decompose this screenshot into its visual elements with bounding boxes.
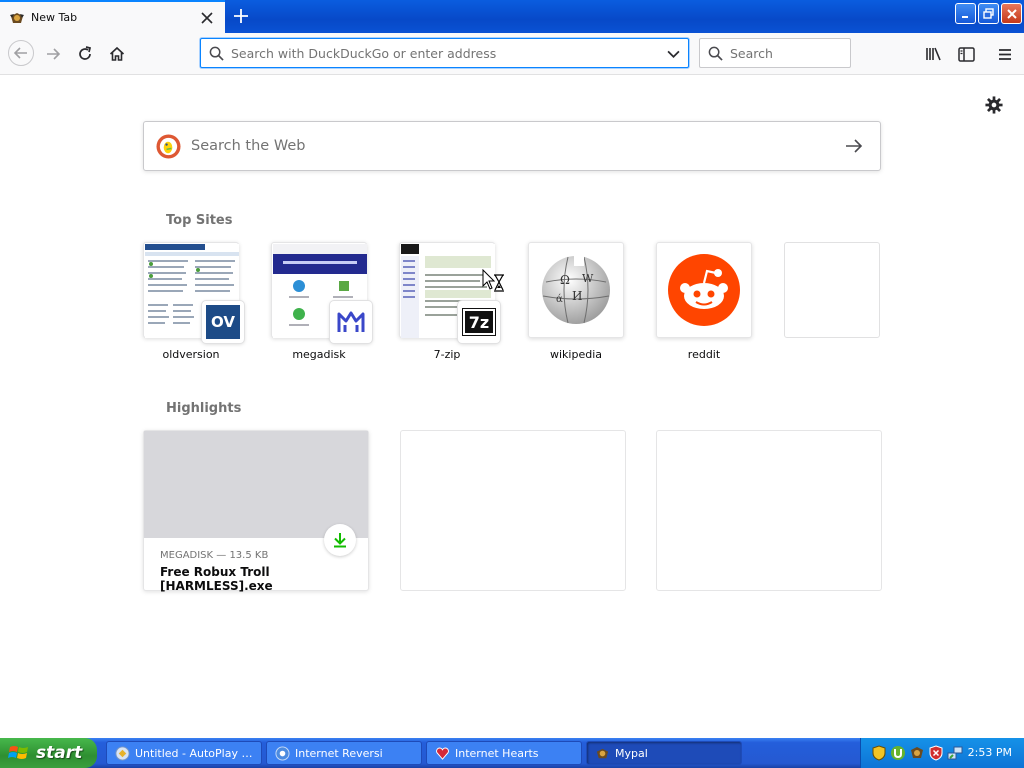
site-label: reddit (687, 348, 721, 361)
reversi-icon (274, 745, 290, 761)
tab-strip: New Tab (0, 0, 1024, 33)
site-thumbnail (271, 242, 372, 343)
highlight-thumbnail (144, 431, 368, 538)
web-search-box[interactable] (143, 121, 881, 171)
taskbar-item-autoplay[interactable]: Untitled - AutoPlay M... (106, 741, 262, 765)
tab-new-tab[interactable]: New Tab (0, 0, 225, 33)
taskbar-item-label: Mypal (615, 746, 648, 760)
sidebar-icon[interactable] (954, 42, 978, 66)
taskbar-item-label: Internet Reversi (295, 746, 383, 760)
network-icon[interactable] (947, 745, 963, 761)
chevron-down-icon[interactable] (658, 39, 688, 67)
web-search-input[interactable] (191, 138, 842, 154)
new-tab-plus-icon[interactable] (228, 4, 254, 28)
highlight-title: Free Robux Troll [HARMLESS].exe (160, 565, 273, 593)
restore-icon[interactable] (978, 3, 999, 24)
mypal-favicon-icon (9, 10, 25, 26)
clock: 2:53 PM (967, 746, 1012, 759)
7zip-logo-icon: 7z (458, 301, 500, 343)
highlights-grid: MEGADISK — 13.5 KB Free Robux Troll [HAR… (143, 430, 883, 593)
wikipedia-globe-icon: Ω W И ά (542, 254, 610, 324)
search-icon (700, 39, 730, 67)
top-site-oldversion[interactable]: OV oldversion (143, 242, 244, 361)
hamburger-menu-icon[interactable] (993, 42, 1017, 66)
highlights-title: Highlights (166, 401, 242, 416)
security-shield-icon[interactable] (928, 745, 944, 761)
search-icon (201, 39, 231, 67)
taskbar: start Untitled - AutoPlay M... Internet … (0, 738, 1024, 768)
search-input[interactable] (730, 39, 886, 67)
duckduckgo-logo-icon (156, 133, 181, 159)
busy-cursor-icon (482, 269, 504, 292)
megadisk-logo-icon (330, 301, 372, 343)
minimize-icon[interactable] (955, 3, 976, 24)
download-icon (324, 524, 356, 556)
site-label: 7-zip (433, 348, 461, 361)
reddit-logo-icon (668, 254, 740, 326)
top-site-reddit[interactable]: reddit (656, 242, 754, 361)
games-icon[interactable] (909, 745, 925, 761)
shield-icon[interactable] (871, 745, 887, 761)
close-tab-icon[interactable] (199, 10, 215, 26)
site-thumbnail: 7z (399, 242, 500, 343)
back-arrow-icon[interactable] (8, 40, 34, 66)
site-label: megadisk (292, 348, 346, 361)
svg-text:И: И (572, 289, 582, 303)
site-thumbnail: OV (143, 242, 244, 343)
site-label: oldversion (162, 348, 220, 361)
svg-text:W: W (582, 272, 594, 285)
library-icon[interactable] (922, 42, 946, 66)
taskbar-item-label: Untitled - AutoPlay M... (135, 746, 261, 760)
taskbar-item-mypal[interactable]: Mypal (586, 741, 742, 765)
svg-text:ά: ά (556, 294, 563, 305)
oldversion-logo-icon: OV (202, 301, 244, 343)
taskbar-item-label: Internet Hearts (455, 746, 539, 760)
highlight-card[interactable]: MEGADISK — 13.5 KB Free Robux Troll [HAR… (143, 430, 369, 593)
tab-title: New Tab (31, 11, 78, 24)
address-input[interactable] (231, 39, 658, 67)
highlight-empty-slot (400, 430, 626, 591)
search-bar[interactable] (699, 38, 886, 68)
highlight-empty-slot (656, 430, 882, 591)
address-bar[interactable] (200, 38, 689, 68)
mypal-icon (594, 745, 610, 761)
reload-icon[interactable] (73, 42, 97, 66)
new-tab-page: Top Sites (0, 76, 1024, 738)
forward-arrow-icon[interactable] (41, 42, 65, 66)
close-window-icon[interactable] (1001, 3, 1022, 24)
autoplay-icon (114, 745, 130, 761)
taskbar-item-internet-hearts[interactable]: Internet Hearts (426, 741, 582, 765)
site-thumbnail: Ω W И ά (528, 242, 624, 338)
svg-text:Ω: Ω (560, 273, 570, 287)
empty-site-tile (784, 242, 880, 338)
top-site-empty-slot[interactable] (784, 242, 882, 348)
start-label: start (36, 743, 83, 763)
windows-flag-icon (8, 746, 28, 759)
top-sites-grid: OV oldversion megadisk 7z 7-zip Ω W И ά … (143, 242, 883, 367)
7zip-badge-text: 7z (462, 308, 496, 336)
start-button[interactable]: start (0, 738, 97, 768)
site-label: wikipedia (549, 348, 602, 361)
top-site-megadisk[interactable]: megadisk (271, 242, 372, 361)
gear-icon[interactable] (984, 95, 1004, 115)
utorrent-icon[interactable] (890, 745, 906, 761)
hearts-icon (434, 745, 450, 761)
oldversion-badge-text: OV (206, 305, 240, 339)
arrow-right-icon[interactable] (842, 134, 866, 158)
top-sites-title: Top Sites (166, 213, 233, 228)
top-site-wikipedia[interactable]: Ω W И ά wikipedia (528, 242, 626, 361)
home-icon[interactable] (105, 42, 129, 66)
system-tray: 2:53 PM (860, 738, 1024, 768)
navigation-toolbar (0, 33, 1024, 75)
window-controls (955, 3, 1022, 24)
top-site-7zip[interactable]: 7z 7-zip (399, 242, 500, 361)
highlight-meta: MEGADISK — 13.5 KB (160, 550, 269, 561)
site-thumbnail (656, 242, 752, 338)
taskbar-item-internet-reversi[interactable]: Internet Reversi (266, 741, 422, 765)
